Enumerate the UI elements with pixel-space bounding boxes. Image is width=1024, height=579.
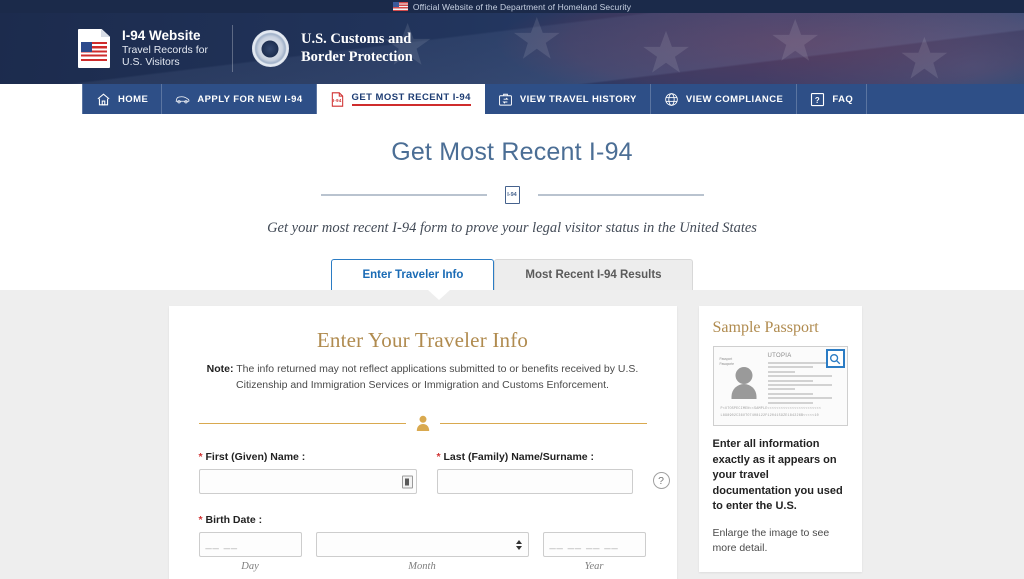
nav-item-home[interactable]: HOME xyxy=(82,84,162,114)
last-name-input[interactable] xyxy=(437,469,633,494)
first-name-label-text: First (Given) Name : xyxy=(203,451,306,463)
divider-line-right xyxy=(538,194,704,196)
site-tagline-line2: U.S. Visitors xyxy=(122,56,208,68)
page-content: Enter Your Traveler Info Note: The info … xyxy=(0,290,1024,579)
passport-mrz: P<UTOSPECIMEN<<SAMPLE<<<<<<<<<<<<<<<<<<<… xyxy=(721,406,840,419)
passport-country: UTOPIA xyxy=(768,353,792,359)
page-subtitle: Get your most recent I-94 form to prove … xyxy=(0,220,1024,237)
nav-item-apply-label: APPLY FOR NEW I-94 xyxy=(197,94,302,105)
spinner-icon xyxy=(516,540,522,550)
name-fields-row: * First (Given) Name : * Last (Family) N… xyxy=(199,451,647,494)
tab-enter-traveler-info[interactable]: Enter Traveler Info xyxy=(331,259,494,290)
birth-month-group: Month xyxy=(316,532,529,572)
tab-most-recent-i94-results[interactable]: Most Recent I-94 Results xyxy=(494,259,692,290)
last-name-label: * Last (Family) Name/Surname : xyxy=(437,451,633,463)
birth-year-group: __ __ __ __ Year xyxy=(543,532,646,572)
nav-item-faq-label: FAQ xyxy=(832,94,853,105)
passport-detail-lines xyxy=(768,362,841,406)
form-title: Enter Your Traveler Info xyxy=(199,328,647,353)
birth-month-caption: Month xyxy=(408,561,435,572)
keyboard-assist-icon[interactable] xyxy=(402,475,413,488)
birth-year-input[interactable]: __ __ __ __ xyxy=(543,532,646,557)
birth-year-mask: __ __ __ __ xyxy=(550,533,639,556)
briefcase-exchange-icon xyxy=(498,92,513,107)
i94-document-icon xyxy=(78,29,110,68)
svg-text:I-94: I-94 xyxy=(332,98,341,103)
passport-photo-icon xyxy=(730,365,758,405)
svg-text:?: ? xyxy=(815,95,820,104)
last-name-field-group: * Last (Family) Name/Surname : xyxy=(437,451,633,494)
first-name-input-wrapper xyxy=(199,469,417,494)
question-mark-icon[interactable]: ? xyxy=(653,472,670,489)
sample-passport-title: Sample Passport xyxy=(713,319,848,337)
first-name-input[interactable] xyxy=(199,469,417,494)
home-icon xyxy=(96,92,111,107)
cbp-seal-icon xyxy=(252,30,289,67)
form-note-text: The info returned may not reflect applic… xyxy=(233,363,638,391)
divider-line-left xyxy=(321,194,487,196)
nav-item-faq[interactable]: ? FAQ xyxy=(797,84,867,114)
page-header-section: Get Most Recent I-94 I-94 Get your most … xyxy=(0,114,1024,290)
form-note-label: Note: xyxy=(207,363,234,375)
first-name-label: * First (Given) Name : xyxy=(199,451,417,463)
birth-day-input[interactable]: __ __ xyxy=(199,532,302,557)
traveler-info-form: Enter Your Traveler Info Note: The info … xyxy=(169,306,677,579)
first-name-field-group: * First (Given) Name : xyxy=(199,451,417,494)
nav-item-view-compliance[interactable]: VIEW COMPLIANCE xyxy=(651,84,798,114)
site-brand: I-94 Website Travel Records for U.S. Vis… xyxy=(122,28,208,68)
us-flag-icon xyxy=(393,2,408,11)
birth-date-label-text: Birth Date : xyxy=(203,514,263,526)
person-icon xyxy=(416,415,430,431)
birth-date-inputs: __ __ Day Month __ __ __ __ xyxy=(199,532,647,572)
sample-passport-image: Passport Pasaporte UTOPIA P<UTOSPEC xyxy=(713,346,848,426)
title-divider: I-94 xyxy=(0,186,1024,204)
masthead-divider xyxy=(232,25,233,72)
birth-year-caption: Year xyxy=(585,561,604,572)
nav-item-home-label: HOME xyxy=(118,94,148,105)
i94-doc-icon: I-94 xyxy=(505,186,520,204)
birth-day-group: __ __ Day xyxy=(199,532,302,572)
sidebar: Sample Passport Passport Pasaporte UTOPI… xyxy=(699,306,862,579)
nav-item-apply-for-new-i94[interactable]: APPLY FOR NEW I-94 xyxy=(162,84,316,114)
nav-item-get-recent-label: GET MOST RECENT I-94 xyxy=(352,92,471,106)
question-box-icon: ? xyxy=(810,92,825,107)
site-name: I-94 Website xyxy=(122,28,208,44)
form-note: Note: The info returned may not reflect … xyxy=(199,362,647,393)
page-title: Get Most Recent I-94 xyxy=(0,138,1024,167)
passport-instruction-plain: Enlarge the image to see more detail. xyxy=(713,526,848,556)
birth-day-mask: __ __ xyxy=(206,533,295,556)
passport-instruction-bold: Enter all information exactly as it appe… xyxy=(713,437,848,515)
car-icon xyxy=(175,92,190,107)
globe-icon xyxy=(664,92,679,107)
agency-name-line1: U.S. Customs and xyxy=(301,31,413,48)
nav-spacer xyxy=(867,84,1024,114)
dhs-banner-text: Official Website of the Department of Ho… xyxy=(413,2,631,12)
tab-pointer xyxy=(428,290,450,300)
site-tagline-line1: Travel Records for xyxy=(122,44,208,56)
dhs-official-banner: Official Website of the Department of Ho… xyxy=(0,0,1024,13)
magnifier-icon[interactable] xyxy=(826,349,845,368)
birth-date-label: * Birth Date : xyxy=(199,514,647,526)
last-name-label-text: Last (Family) Name/Surname : xyxy=(441,451,594,463)
nav-item-view-travel-history[interactable]: VIEW TRAVEL HISTORY xyxy=(485,84,651,114)
main-navigation: HOME APPLY FOR NEW I-94 I-94 GET MOST RE… xyxy=(0,84,1024,114)
birth-date-field-group: * Birth Date : __ __ Day Month xyxy=(199,514,647,572)
agency-name: U.S. Customs and Border Protection xyxy=(301,31,413,66)
nav-item-travel-history-label: VIEW TRAVEL HISTORY xyxy=(520,94,637,105)
birth-day-caption: Day xyxy=(241,561,259,572)
nav-item-compliance-label: VIEW COMPLIANCE xyxy=(686,94,784,105)
form-section-divider xyxy=(199,415,647,431)
nav-item-get-most-recent-i94[interactable]: I-94 GET MOST RECENT I-94 xyxy=(317,84,485,114)
tab-bar: Enter Traveler Info Most Recent I-94 Res… xyxy=(0,259,1024,290)
sample-passport-card: Sample Passport Passport Pasaporte UTOPI… xyxy=(699,306,862,572)
birth-month-select[interactable] xyxy=(316,532,529,557)
passport-mrz-line2: L898902C36UTO7408122F1204159ZE184226B<<<… xyxy=(721,413,840,419)
i94-form-icon: I-94 xyxy=(330,92,345,107)
agency-name-line2: Border Protection xyxy=(301,49,413,66)
site-masthead: I-94 Website Travel Records for U.S. Vis… xyxy=(0,13,1024,84)
